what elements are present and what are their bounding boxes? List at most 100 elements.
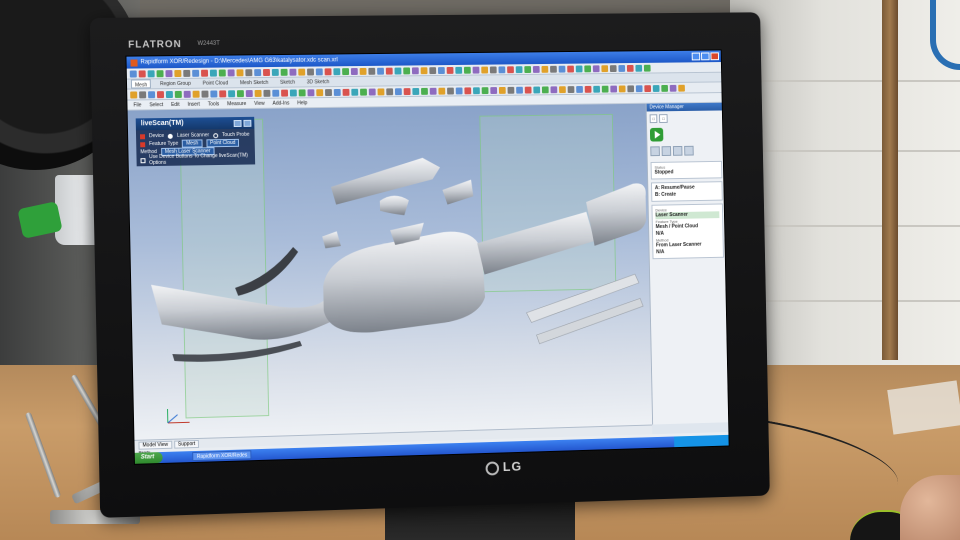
toolbar-tool-icon[interactable]	[516, 86, 523, 94]
toolbar-tool-icon[interactable]	[394, 87, 402, 95]
toolbar-tool-icon[interactable]	[228, 89, 236, 97]
side-panel-button[interactable]: □	[659, 114, 668, 123]
toolbar-tool-icon[interactable]	[661, 84, 668, 92]
toolbar-tool-icon[interactable]	[316, 88, 324, 96]
toolbar-tool-icon[interactable]	[498, 86, 506, 94]
toolbar-tool-icon[interactable]	[455, 86, 463, 94]
toolbar-tool-icon[interactable]	[360, 88, 367, 96]
toolbar-tool-icon[interactable]	[227, 68, 235, 76]
toolbar-tool-icon[interactable]	[385, 67, 393, 75]
toolbar-tool-icon[interactable]	[183, 90, 191, 98]
toolbar-tool-icon[interactable]	[324, 67, 332, 75]
toolbar-tool-icon[interactable]	[643, 64, 651, 72]
toolbar-tool-icon[interactable]	[558, 65, 566, 73]
menu-edit[interactable]: Edit	[171, 100, 180, 109]
toolbar-tool-icon[interactable]	[307, 88, 315, 96]
toolbar-tool-icon[interactable]	[610, 85, 618, 93]
toolbar-tool-icon[interactable]	[165, 90, 173, 98]
toolbar-tool-icon[interactable]	[446, 66, 454, 74]
toolbar-tool-icon[interactable]	[481, 86, 489, 94]
toolbar-tool-icon[interactable]	[183, 69, 191, 77]
menu-select[interactable]: Select	[149, 100, 163, 109]
mode-sketch[interactable]: Sketch	[277, 78, 298, 87]
toolbar-tool-icon[interactable]	[403, 66, 411, 74]
toolbar-tool-icon[interactable]	[209, 69, 217, 77]
toolbar-tool-icon[interactable]	[498, 65, 506, 73]
toolbar-tool-icon[interactable]	[627, 84, 635, 92]
toolbar-tool-icon[interactable]	[219, 89, 227, 97]
toolbar-tool-icon[interactable]	[438, 87, 446, 95]
toolbar-tool-icon[interactable]	[394, 67, 402, 75]
toolbar-tool-icon[interactable]	[156, 90, 165, 98]
toolbar-tool-icon[interactable]	[280, 68, 288, 76]
toolbar-tool-icon[interactable]	[315, 67, 323, 75]
toolbar-tool-icon[interactable]	[350, 67, 358, 75]
toolbar-tool-icon[interactable]	[678, 84, 685, 92]
toolbar-tool-icon[interactable]	[411, 66, 419, 74]
toolbar-tool-icon[interactable]	[271, 68, 279, 76]
toolbar-tool-icon[interactable]	[635, 64, 643, 72]
mode-3d-sketch[interactable]: 3D Sketch	[304, 77, 333, 86]
toolbar-tool-icon[interactable]	[567, 65, 574, 73]
toolbar-tool-icon[interactable]	[447, 87, 454, 95]
play-icon[interactable]	[649, 127, 664, 142]
toolbar-tool-icon[interactable]	[218, 69, 226, 77]
taskbar-item[interactable]: Rapidform XOR/Redes	[191, 450, 252, 462]
laser-scanner-radio[interactable]	[168, 133, 174, 139]
toolbar-tool-icon[interactable]	[550, 65, 557, 73]
menu-tools[interactable]: Tools	[208, 99, 220, 108]
start-button[interactable]: Start	[134, 452, 163, 464]
toolbar-tool-icon[interactable]	[584, 85, 592, 93]
mode-point-cloud[interactable]: Point Cloud	[200, 78, 232, 87]
toolbar-tool-icon[interactable]	[289, 68, 297, 76]
minimize-icon[interactable]	[691, 52, 701, 61]
toolbar-tool-icon[interactable]	[298, 88, 306, 96]
toolbar-tool-icon[interactable]	[272, 89, 280, 97]
scanner-icon[interactable]	[650, 146, 660, 157]
toolbar-tool-icon[interactable]	[541, 85, 549, 93]
toolbar-tool-icon[interactable]	[626, 64, 634, 72]
toolbar-tool-icon[interactable]	[307, 68, 314, 76]
toolbar-tool-icon[interactable]	[669, 84, 677, 92]
toolbar-tool-icon[interactable]	[377, 67, 384, 75]
toolbar-tool-icon[interactable]	[333, 88, 341, 96]
toolbar-tool-icon[interactable]	[601, 85, 609, 93]
toolbar-tool-icon[interactable]	[289, 89, 297, 97]
toolbar-tool-icon[interactable]	[174, 90, 182, 98]
toolbar-tool-icon[interactable]	[156, 69, 164, 77]
toolbar-tool-icon[interactable]	[618, 64, 626, 72]
toolbar-tool-icon[interactable]	[254, 68, 262, 76]
toolbar-tool-icon[interactable]	[342, 88, 350, 96]
toolbar-tool-icon[interactable]	[403, 87, 411, 95]
toolbar-tool-icon[interactable]	[129, 69, 137, 78]
toolbar-tool-icon[interactable]	[515, 65, 523, 73]
toolbar-tool-icon[interactable]	[463, 66, 471, 74]
toolbar-tool-icon[interactable]	[254, 89, 262, 97]
menu-file[interactable]: File	[133, 100, 141, 109]
toolbar-tool-icon[interactable]	[245, 89, 253, 97]
toolbar-tool-icon[interactable]	[236, 68, 244, 76]
toolbar-tool-icon[interactable]	[298, 68, 306, 76]
toolbar-tool-icon[interactable]	[359, 67, 367, 75]
toolbar-tool-icon[interactable]	[245, 68, 253, 76]
menu-measure[interactable]: Measure	[227, 99, 246, 108]
mode-region-group[interactable]: Region Group	[157, 79, 194, 88]
toolbar-tool-icon[interactable]	[576, 85, 583, 93]
maximize-icon[interactable]	[701, 52, 710, 61]
tab-support[interactable]: Support	[173, 439, 200, 449]
toolbar-tool-icon[interactable]	[174, 69, 182, 77]
toolbar-tool-icon[interactable]	[263, 89, 271, 97]
toolbar-tool-icon[interactable]	[386, 87, 394, 95]
toolbar-tool-icon[interactable]	[421, 87, 428, 95]
toolbar-tool-icon[interactable]	[201, 69, 209, 77]
side-panel-button[interactable]: □	[649, 114, 658, 124]
touch-probe-radio[interactable]	[213, 132, 219, 138]
toolbar-tool-icon[interactable]	[138, 69, 146, 77]
toolbar-tool-icon[interactable]	[236, 89, 244, 97]
toolbar-tool-icon[interactable]	[609, 64, 617, 72]
toolbar-tool-icon[interactable]	[541, 65, 549, 73]
toolbar-tool-icon[interactable]	[635, 84, 643, 92]
probe-icon[interactable]	[661, 146, 672, 156]
close-icon[interactable]	[710, 52, 720, 61]
menu-add-ins[interactable]: Add-Ins	[272, 99, 289, 108]
